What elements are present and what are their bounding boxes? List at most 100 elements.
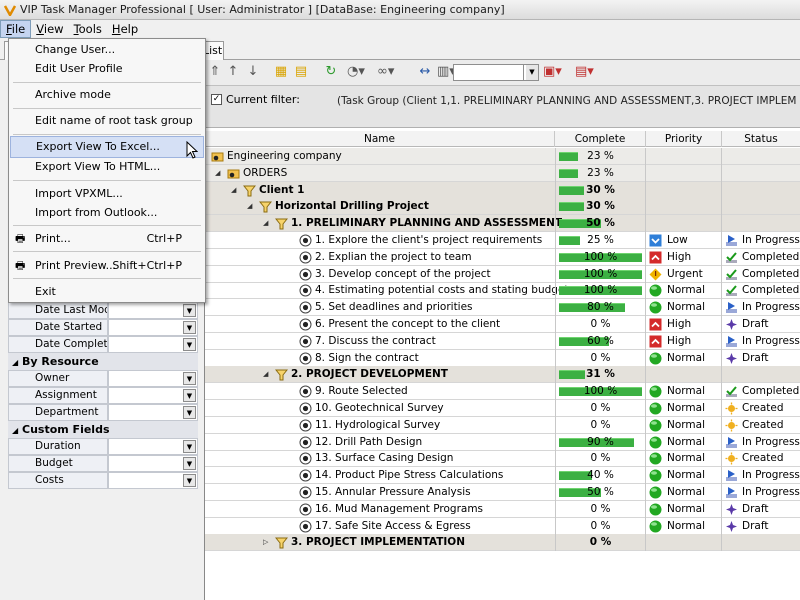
menu-item-edit-root-name[interactable]: Edit name of root task group [10,110,204,132]
priority-cell[interactable]: Normal [646,517,722,535]
task-row[interactable]: 10. Geotechnical Survey 0 % Normal Created [205,400,800,417]
task-name[interactable]: ORDERS [243,165,287,182]
priority-cell[interactable]: Normal [646,500,722,518]
group-row[interactable]: ◢ Client 1 30 % [205,181,800,199]
dropdown-arrow-icon[interactable]: ▼ [183,304,196,317]
column-header-name[interactable]: Name [205,131,555,147]
complete-cell[interactable]: 0 % [555,450,646,468]
status-cell[interactable]: In Progress [722,232,800,249]
task-row[interactable]: 7. Discuss the contract 60 % High In Progre… [205,332,800,350]
menu-item-exit[interactable]: Exit [10,281,204,303]
filter-options-icon[interactable]: ◔▾ [347,64,365,80]
filter-row-owner[interactable]: Owner ▼ [8,370,198,387]
group-row[interactable]: ◢Engineering company23 % [199,148,800,165]
priority-cell[interactable]: High [646,316,722,333]
tree-expander-icon[interactable]: ◢ [263,371,270,378]
tree-expander-icon[interactable] [287,439,294,446]
complete-cell[interactable]: 100 % [555,383,646,401]
report-icon[interactable]: ▣▾ [543,64,562,80]
task-name[interactable]: Horizontal Drilling Project [275,198,429,215]
current-filter-checkbox[interactable]: ✓ [211,94,222,105]
filter-field[interactable]: ▼ [108,302,198,319]
complete-cell[interactable]: 100 % [555,248,646,266]
filter-field[interactable]: ▼ [108,455,198,472]
refresh-icon[interactable]: ↻ [323,64,339,80]
tree-expander-icon[interactable] [287,321,294,328]
priority-cell[interactable]: Urgent [646,265,722,283]
tree-expander-icon[interactable] [287,287,294,294]
columns-icon[interactable]: ▥▾ [437,64,456,80]
task-row[interactable]: 12. Drill Path Design 90 % Normal In Progre… [205,433,800,451]
priority-cell[interactable]: Normal [646,433,722,451]
task-row[interactable]: 8. Sign the contract 0 % Normal Draft [205,349,800,367]
priority-cell[interactable]: Low [646,232,722,249]
menu-tools[interactable]: Tools [69,20,107,38]
complete-cell[interactable]: 23 % [555,164,646,182]
priority-cell[interactable] [646,534,722,552]
task-name[interactable]: 12. Drill Path Design [315,434,422,451]
status-cell[interactable]: In Progress [722,434,800,451]
tree-expander-icon[interactable] [287,237,294,244]
filter-row-budget[interactable]: Budget ▼ [8,455,198,472]
group-custom-fields[interactable]: ◢ Custom Fields [8,421,198,438]
status-cell[interactable]: In Progress [722,484,800,501]
tree-expander-icon[interactable]: ▷ [263,539,270,546]
tree-expander-icon[interactable] [287,472,294,479]
complete-cell[interactable]: 100 % [555,265,646,283]
status-cell[interactable] [722,215,800,232]
task-row[interactable]: 14. Product Pipe Stress Calculations 40 %… [205,467,800,485]
task-name[interactable]: 7. Discuss the contract [315,333,436,350]
task-name[interactable]: Engineering company [227,148,342,165]
tree-expander-icon[interactable] [287,355,294,362]
menu-view[interactable]: View [31,20,68,38]
tree-expander-icon[interactable]: ◢ [247,203,254,210]
dropdown-arrow-icon[interactable]: ▼ [183,406,196,419]
move-top-icon[interactable]: ⇑ [207,64,223,80]
filter-field[interactable]: ▼ [108,472,198,489]
task-row[interactable]: 6. Present the concept to the client 0 % H… [205,316,800,333]
task-row[interactable]: 11. Hydrological Survey 0 % Normal Created [205,416,800,434]
complete-cell[interactable]: 0 % [555,500,646,518]
priority-cell[interactable]: Normal [646,299,722,317]
tree-expander-icon[interactable]: ◢ [263,220,270,227]
group-by-resource[interactable]: ◢ By Resource [8,353,198,370]
group-row[interactable]: ◢ Horizontal Drilling Project 30 % [205,198,800,216]
menu-item-import-outlook[interactable]: Import from Outlook... [10,202,204,224]
tree-expander-icon[interactable] [287,422,294,429]
filter-row-duration[interactable]: Duration ▼ [8,438,198,455]
priority-cell[interactable]: Normal [646,400,722,417]
collapse-groups-icon[interactable]: ▤ [293,64,309,80]
priority-cell[interactable]: Normal [646,416,722,434]
status-cell[interactable]: Created [722,450,800,467]
priority-cell[interactable]: Normal [646,282,722,300]
status-cell[interactable] [722,165,800,182]
menu-item-print[interactable]: 🖶 Print... Ctrl+P [10,228,204,250]
complete-cell[interactable]: 0 % [555,400,646,417]
complete-cell[interactable]: 40 % [555,467,646,485]
task-row[interactable]: 2. Explian the project to team 100 % High C… [205,248,800,266]
status-cell[interactable]: Draft [722,501,800,518]
status-cell[interactable]: Draft [722,316,800,333]
fit-width-icon[interactable]: ↔ [417,64,433,80]
status-cell[interactable] [722,182,800,199]
dropdown-arrow-icon[interactable]: ▼ [183,372,196,385]
expand-groups-icon[interactable]: ▦ [273,64,289,80]
group-row[interactable]: ◢ ORDERS 23 % [205,164,800,182]
dropdown-arrow-icon[interactable]: ▼ [183,338,196,351]
status-cell[interactable]: In Progress [722,299,800,316]
collapse-triangle-icon[interactable]: ◢ [12,426,18,435]
task-row[interactable]: 5. Set deadlines and priorities 80 % Norma… [205,299,800,317]
tree-expander-icon[interactable] [287,455,294,462]
column-header-complete[interactable]: Complete [555,131,646,147]
task-name[interactable]: 1. Explore the client's project requirem… [315,232,542,249]
tree-expander-icon[interactable] [287,489,294,496]
complete-cell[interactable]: 0 % [555,517,646,535]
status-cell[interactable] [722,534,800,551]
priority-cell[interactable]: Normal [646,484,722,501]
status-cell[interactable]: Draft [722,518,800,535]
filter-field[interactable]: ▼ [108,387,198,404]
dropdown-arrow-icon[interactable]: ▼ [183,457,196,470]
task-name[interactable]: 3. PROJECT IMPLEMENTATION [291,534,465,551]
tree-expander-icon[interactable] [287,506,294,513]
priority-cell[interactable] [646,164,722,182]
